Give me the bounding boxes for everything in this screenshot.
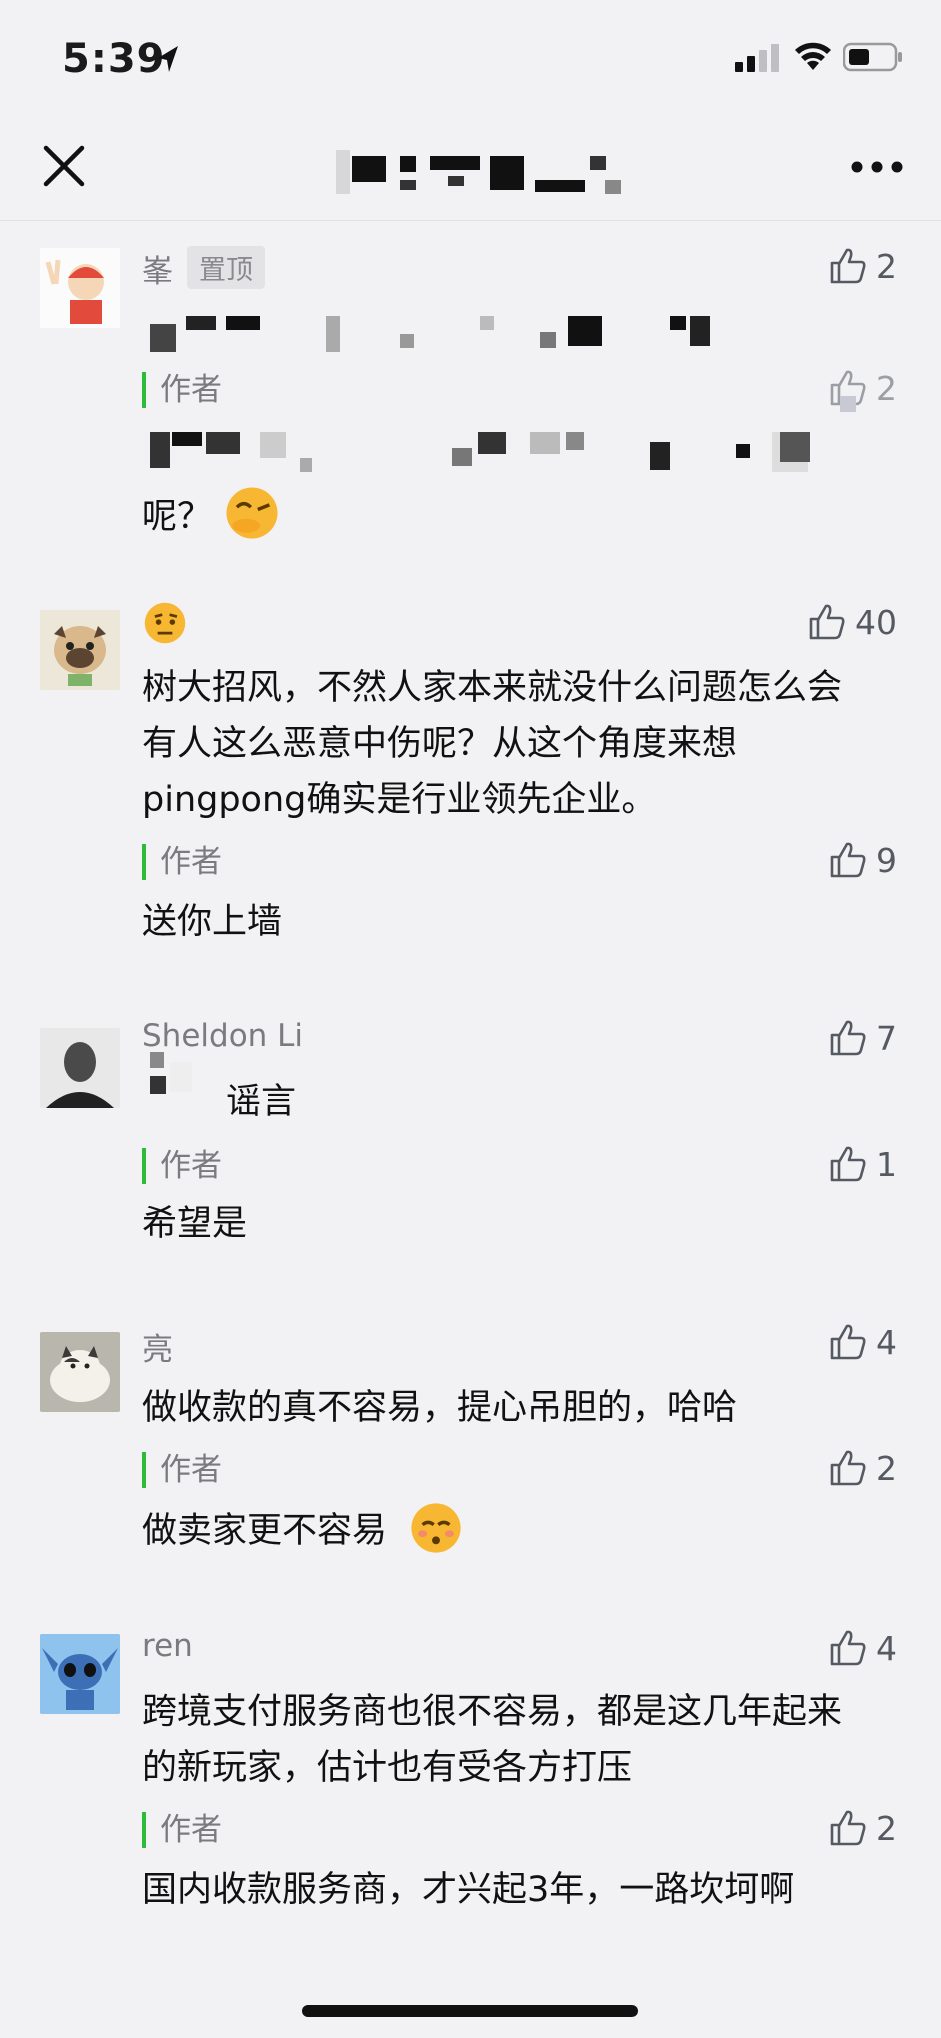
comment-author: 峯置顶: [142, 246, 265, 291]
emoji-icon: [226, 487, 278, 539]
comment-body: 谣言: [226, 1082, 297, 1122]
avatar[interactable]: [40, 1634, 120, 1714]
like-button[interactable]: 4: [828, 1628, 897, 1668]
author-reply-label: 作者: [142, 372, 222, 408]
nav-bar: [0, 110, 941, 221]
emoji-icon: [411, 1503, 461, 1553]
thumbs-up-icon: [830, 1324, 866, 1360]
comment-body-redacted: [150, 1052, 230, 1102]
avatar[interactable]: [40, 248, 120, 328]
battery-icon: [843, 42, 902, 72]
author-reply-label: 作者: [142, 1452, 222, 1488]
close-icon[interactable]: [42, 144, 86, 188]
reply-like-button[interactable]: 9: [828, 840, 897, 880]
like-button[interactable]: 2: [828, 246, 897, 286]
like-button[interactable]: 4: [828, 1322, 897, 1362]
reply-body: 送你上墙: [142, 902, 283, 942]
comment-body: 树大招风，不然人家本来就没什么问题怎么会有人这么恶意中伤呢？从这个角度来想pin…: [142, 668, 843, 820]
avatar[interactable]: [40, 1332, 120, 1412]
reply-body: 做卖家更不容易: [142, 1500, 882, 1559]
thumbs-up-icon: [809, 604, 845, 640]
avatar[interactable]: [40, 610, 120, 690]
reply-like-button[interactable]: 2: [828, 1448, 897, 1488]
location-arrow-icon: [158, 46, 178, 72]
like-button[interactable]: 40: [807, 602, 897, 642]
comment-author: [142, 600, 188, 646]
like-count: 2: [876, 368, 897, 408]
thumbs-up-icon: [830, 842, 866, 878]
comment-author: Sheldon Li: [142, 1018, 304, 1054]
like-count: 2: [876, 1808, 897, 1848]
signal-icon: [735, 44, 779, 72]
thumbs-up-icon: [830, 1810, 866, 1846]
reply-body: 呢？: [142, 484, 882, 545]
like-count: 40: [855, 602, 897, 642]
comment-body: 跨境支付服务商也很不容易，都是这几年起来的新玩家，估计也有受各方打压: [142, 1692, 843, 1788]
like-button[interactable]: 7: [828, 1018, 897, 1058]
home-indicator[interactable]: [302, 2005, 638, 2017]
like-count: 1: [876, 1144, 897, 1184]
like-count: 4: [876, 1322, 897, 1362]
status-time: 5:39: [62, 36, 166, 82]
thumbs-up-icon: [830, 1450, 866, 1486]
author-reply-label: 作者: [142, 1148, 222, 1184]
like-count: 7: [876, 1018, 897, 1058]
like-count: 4: [876, 1628, 897, 1668]
more-icon[interactable]: [850, 160, 904, 174]
wifi-icon: [795, 42, 831, 70]
page-title-redacted: [330, 150, 630, 194]
like-count: 9: [876, 840, 897, 880]
like-count: 2: [876, 246, 897, 286]
thumbs-up-icon: [830, 1146, 866, 1182]
reply-like-button[interactable]: 1: [828, 1144, 897, 1184]
like-count: 2: [876, 1448, 897, 1488]
reply-body-redacted: [150, 396, 870, 478]
thumbs-up-icon: [830, 1020, 866, 1056]
reply-like-button[interactable]: 2: [828, 1808, 897, 1848]
author-reply-label: 作者: [142, 844, 222, 880]
comment-author: 亮: [142, 1332, 173, 1368]
comment-body: 做收款的真不容易，提心吊胆的，哈哈: [142, 1388, 738, 1428]
thumbs-up-icon: [830, 248, 866, 284]
pinned-badge: 置顶: [187, 246, 265, 289]
avatar[interactable]: [40, 1028, 120, 1108]
reply-like-button[interactable]: 2: [828, 368, 897, 408]
reply-body: 国内收款服务商，才兴起3年，一路坎坷啊: [142, 1870, 795, 1910]
comment-author: ren: [142, 1628, 193, 1664]
emoji-icon: [144, 602, 186, 644]
author-reply-label: 作者: [142, 1812, 222, 1848]
comment-body-redacted: [150, 316, 740, 356]
status-bar: 5:39: [0, 0, 941, 110]
reply-body: 希望是: [142, 1204, 248, 1244]
thumbs-up-icon: [830, 1630, 866, 1666]
